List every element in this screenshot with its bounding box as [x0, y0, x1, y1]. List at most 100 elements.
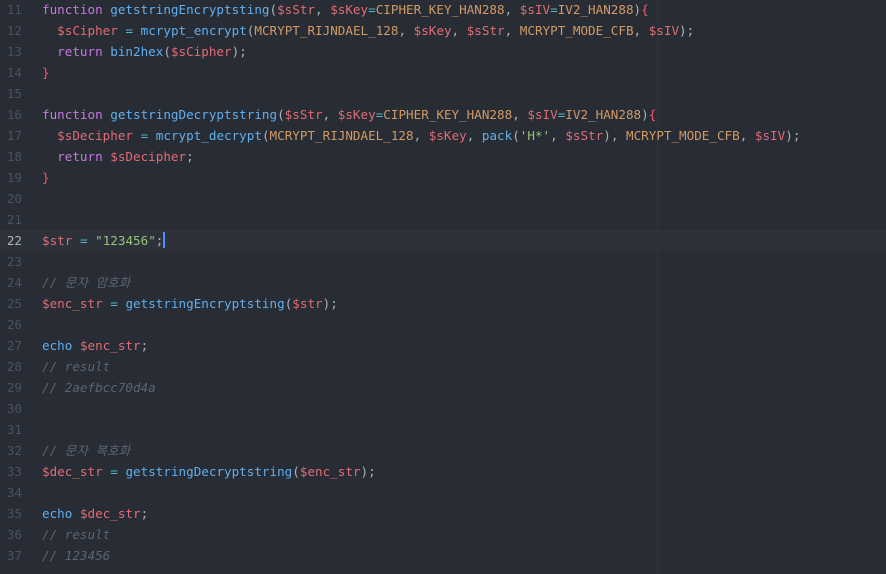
code-token: , — [504, 2, 520, 17]
code-token: ), — [603, 128, 626, 143]
line-number: 28 — [6, 359, 22, 374]
code-token: $sIV — [519, 2, 551, 17]
code-token: ); — [679, 23, 695, 38]
line-number: 19 — [6, 170, 22, 185]
code-token: // 문자 암호화 — [42, 275, 131, 290]
code-text[interactable]: echo $dec_str; — [42, 503, 148, 524]
code-token: getstringDecryptstring — [110, 107, 278, 122]
code-token: IV2_HAN288 — [565, 107, 642, 122]
code-text[interactable]: // 문자 암호화 — [42, 272, 130, 293]
code-line[interactable]: 24 // 문자 암호화 — [0, 272, 886, 293]
code-token: $enc_str — [42, 296, 103, 311]
code-line[interactable]: 35 echo $dec_str; — [0, 503, 886, 524]
code-text[interactable]: function getstringEncryptsting($sStr, $s… — [42, 0, 649, 20]
code-text[interactable]: } — [42, 167, 50, 188]
line-number: 21 — [6, 212, 22, 227]
code-line[interactable]: 31 — [0, 419, 886, 440]
code-line[interactable]: 25 $enc_str = getstringEncryptsting($str)… — [0, 293, 886, 314]
code-token: = — [125, 23, 134, 38]
code-line[interactable]: 37 // 123456 — [0, 545, 886, 566]
code-text[interactable]: $enc_str = getstringEncryptsting($str); — [42, 293, 338, 314]
code-token: $dec_str — [79, 506, 141, 521]
code-token: $sStr — [277, 2, 316, 17]
code-text[interactable]: echo $enc_str; — [42, 335, 148, 356]
code-text[interactable]: $dec_str = getstringDecryptstring($enc_s… — [42, 461, 376, 482]
code-text[interactable]: return bin2hex($sCipher); — [42, 41, 247, 62]
line-number: 14 — [6, 65, 22, 80]
code-line[interactable]: 23 — [0, 251, 886, 272]
code-text[interactable]: $sDecipher = mcrypt_decrypt(MCRYPT_RIJND… — [42, 125, 800, 146]
line-number: 31 — [6, 422, 22, 437]
code-line[interactable]: 26 — [0, 314, 886, 335]
line-number: 34 — [6, 485, 22, 500]
code-token: ( — [292, 464, 300, 479]
line-number: 35 — [6, 506, 22, 521]
code-token: = — [550, 2, 558, 17]
line-number: 11 — [6, 2, 22, 17]
code-text[interactable]: // 2aefbcc70d4a — [42, 377, 156, 398]
code-token: ); — [231, 44, 247, 59]
code-line[interactable]: 33 $dec_str = getstringDecryptstring($enc… — [0, 461, 886, 482]
code-line[interactable]: 36 // result — [0, 524, 886, 545]
code-text[interactable]: // result — [42, 524, 110, 545]
code-token: = — [110, 464, 118, 479]
code-editor[interactable]: 11 function getstringEncryptsting($sStr, … — [0, 0, 886, 574]
text-cursor — [163, 232, 166, 248]
code-token: // result — [42, 359, 111, 374]
code-line[interactable]: 34 — [0, 482, 886, 503]
code-text[interactable]: $sCipher = mcrypt_encrypt(MCRYPT_RIJNDAE… — [42, 20, 694, 41]
code-line[interactable]: 28 // result — [0, 356, 886, 377]
code-line[interactable]: 21 — [0, 209, 886, 230]
code-token: $enc_str — [299, 464, 361, 479]
code-token: ) — [641, 107, 649, 122]
line-number: 22 — [6, 233, 22, 248]
code-line[interactable]: 15 — [0, 83, 886, 104]
code-token: ; — [186, 149, 194, 164]
code-text[interactable]: } — [42, 62, 50, 83]
code-text[interactable]: $str = "123456"; — [42, 230, 166, 251]
line-number: 33 — [6, 464, 22, 479]
code-line[interactable]: 13 return bin2hex($sCipher); — [0, 41, 886, 62]
code-line[interactable]: 32 // 문자 복호화 — [0, 440, 886, 461]
line-number: 36 — [6, 527, 22, 542]
code-token: $sIV — [754, 128, 786, 143]
code-text[interactable]: // result — [42, 356, 110, 377]
code-token: , — [512, 107, 528, 122]
code-token: , — [413, 128, 429, 143]
code-token: CIPHER_KEY_HAN288 — [383, 107, 513, 122]
code-line[interactable]: 16 function getstringDecryptstring($sStr,… — [0, 104, 886, 125]
code-line[interactable]: 30 — [0, 398, 886, 419]
code-token: $sCipher — [170, 44, 232, 59]
code-text[interactable]: // 문자 복호화 — [42, 440, 130, 461]
code-token: , — [504, 23, 520, 38]
code-token: echo — [42, 338, 73, 353]
code-token: return — [57, 44, 103, 59]
code-line[interactable]: 29 // 2aefbcc70d4a — [0, 377, 886, 398]
code-token: { — [648, 107, 657, 122]
code-line[interactable]: 19} — [0, 167, 886, 188]
code-token: $sStr — [284, 107, 323, 122]
code-token: $str — [292, 296, 323, 311]
code-token: = — [368, 2, 376, 17]
code-line[interactable]: 20 — [0, 188, 886, 209]
code-line[interactable]: 11 function getstringEncryptsting($sStr, … — [0, 0, 886, 20]
code-line[interactable]: 12 $sCipher = mcrypt_encrypt(MCRYPT_RIJN… — [0, 20, 886, 41]
code-line[interactable]: 27 echo $enc_str; — [0, 335, 886, 356]
line-number: 20 — [6, 191, 22, 206]
code-text[interactable]: return $sDecipher; — [42, 146, 194, 167]
code-line[interactable]: 17 $sDecipher = mcrypt_decrypt(MCRYPT_RI… — [0, 125, 886, 146]
code-line[interactable]: 18 return $sDecipher; — [0, 146, 886, 167]
code-line[interactable]: 14} — [0, 62, 886, 83]
code-text[interactable]: function getstringDecryptstring($sStr, $… — [42, 104, 656, 125]
code-text[interactable]: // 123456 — [42, 545, 110, 566]
code-token: pack — [481, 128, 513, 143]
code-token: CIPHER_KEY_HAN288 — [375, 2, 505, 17]
code-token: MCRYPT_RIJNDAEL_128 — [269, 128, 414, 143]
code-line[interactable]: 22 $str = "123456"; — [0, 230, 886, 251]
